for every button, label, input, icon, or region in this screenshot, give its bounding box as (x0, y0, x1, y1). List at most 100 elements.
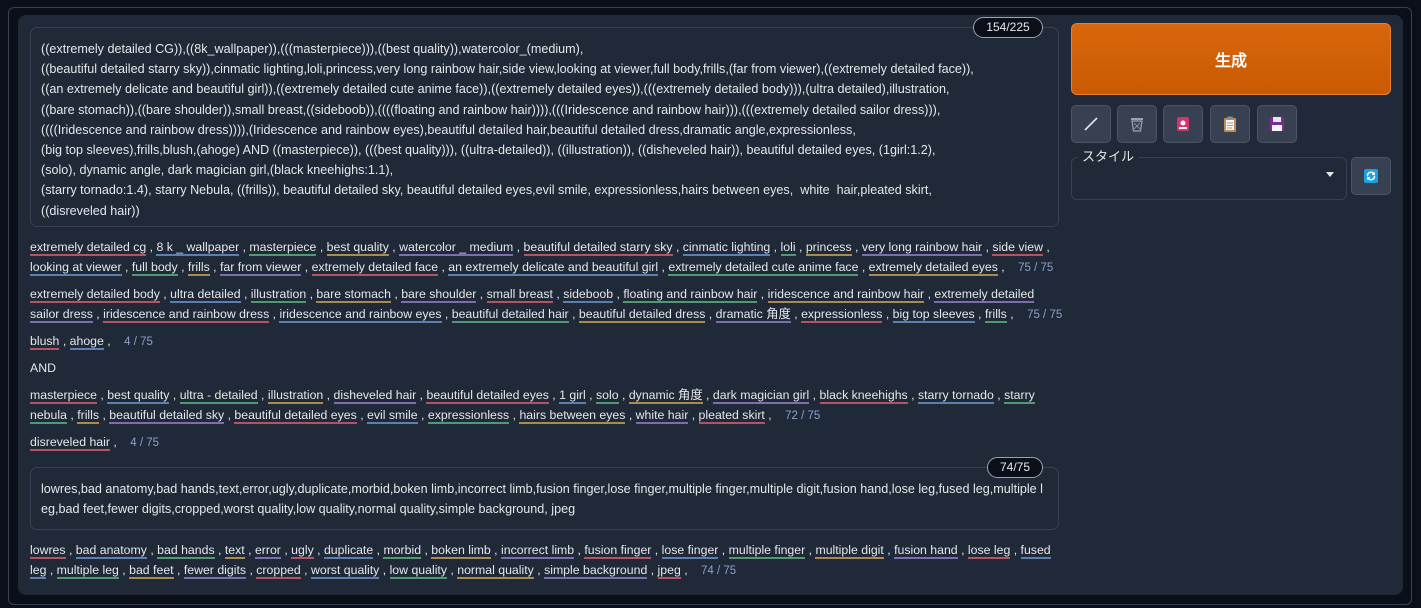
token-separator: , (224, 408, 235, 422)
refresh-styles-button[interactable] (1351, 157, 1391, 195)
token: ultra - detailed (179, 388, 258, 404)
clipboard-button[interactable] (1210, 105, 1250, 143)
token-separator: , (390, 287, 402, 301)
token-chunk-2: extremely detailed body , ultra detailed… (30, 284, 1065, 325)
token-separator: , (702, 388, 713, 402)
token: duplicate (323, 543, 374, 559)
trash-icon (1131, 118, 1143, 132)
token-chunk-4: masterpiece , best quality , ultra - det… (30, 385, 1065, 426)
clipboard-icon (1224, 116, 1236, 132)
token-separator: , (613, 287, 624, 301)
token: fewer digits (183, 563, 247, 579)
token: multiple leg (56, 563, 119, 579)
token: princess (805, 240, 852, 256)
token-separator: , (997, 260, 1009, 274)
token: normal quality (457, 563, 534, 579)
token-separator: , (513, 240, 524, 254)
token-separator: , (438, 260, 449, 274)
token: sideboob (563, 287, 614, 303)
token-separator: , (658, 260, 669, 274)
token-separator: , (103, 334, 115, 348)
token: beautiful detailed hair (451, 307, 569, 323)
token-separator: , (316, 240, 327, 254)
token-separator: , (993, 388, 1005, 402)
token: fusion finger (584, 543, 652, 559)
token: frills (187, 260, 210, 276)
token: lose leg (967, 543, 1011, 559)
token: cinmatic lighting (682, 240, 771, 256)
refresh-icon (1364, 169, 1378, 183)
token: white hair (635, 408, 689, 424)
token-separator: , (173, 563, 184, 577)
token: morbid (383, 543, 422, 559)
token-separator: , (574, 543, 585, 557)
token-separator: , (705, 307, 716, 321)
token: disheveled hair (333, 388, 417, 404)
token-separator: , (795, 240, 806, 254)
save-button[interactable] (1257, 105, 1297, 143)
token: beautiful detailed starry sky (523, 240, 673, 256)
token-separator: , (548, 388, 560, 402)
token: boken limb (431, 543, 491, 559)
token: watercolor _ medium (399, 240, 514, 256)
token-separator: , (65, 543, 76, 557)
token-separator: , (388, 240, 400, 254)
token-separator: , (764, 408, 776, 422)
token-separator: , (974, 307, 985, 321)
trash-button[interactable] (1117, 105, 1157, 143)
token: expressionless (427, 408, 510, 424)
token: incorrect limb (501, 543, 575, 559)
token-separator: , (882, 307, 893, 321)
token: beautiful detailed sky (109, 408, 225, 424)
token: loli (780, 240, 796, 256)
pencil-button[interactable] (1071, 105, 1111, 143)
token-separator: , (1043, 240, 1050, 254)
token-separator: , (718, 543, 729, 557)
token-separator: , (809, 388, 820, 402)
negative-prompt-text: lowres,bad anatomy,bad hands,text,error,… (41, 482, 1043, 517)
token: best quality (326, 240, 389, 256)
token: illustration (250, 287, 307, 303)
token: big top sleeves (892, 307, 975, 323)
token: bare shoulder (401, 287, 477, 303)
token-separator: , (356, 408, 368, 422)
token: masterpiece (30, 388, 97, 404)
token: blush (30, 334, 60, 350)
token-separator: , (858, 260, 869, 274)
token: small breast (486, 287, 553, 303)
token-separator: , (301, 260, 312, 274)
red-bookmark-icon (1177, 117, 1189, 131)
token-separator: , (146, 240, 157, 254)
token: black kneehighs (819, 388, 908, 404)
token-separator: , (244, 543, 255, 557)
token-count: 4 / 75 (124, 336, 153, 348)
positive-prompt-textarea[interactable]: ((extremely detailed CG)),((8k_wallpaper… (30, 27, 1059, 227)
generate-button-label: 生成 (1214, 53, 1247, 70)
token-separator: , (957, 543, 968, 557)
token-separator: , (59, 334, 70, 348)
token: ultra detailed (170, 287, 241, 303)
token: starry tornado (917, 388, 994, 404)
token-chunk-1: extremely detailed cg , 8 k _ wallpaper … (30, 237, 1065, 278)
token: an extremely delicate and beautiful girl (448, 260, 659, 276)
token: frills (77, 408, 100, 424)
token: extremely detailed cg (30, 240, 147, 256)
token-separator: , (568, 307, 579, 321)
token: iridescence and rainbow eyes (279, 307, 442, 323)
token-separator: , (924, 287, 935, 301)
token-separator: , (146, 543, 158, 557)
save-icon (1270, 117, 1284, 131)
token: bad anatomy (75, 543, 147, 559)
token-separator: , (300, 563, 311, 577)
chevron-down-icon (1326, 172, 1334, 177)
token: cropped (256, 563, 301, 579)
red-bookmark-button[interactable] (1163, 105, 1203, 143)
negative-prompt-textarea[interactable]: lowres,bad anatomy,bad hands,text,error,… (30, 467, 1059, 530)
token-separator: , (585, 388, 597, 402)
generate-button[interactable]: 生成 (1071, 23, 1391, 95)
token: text (224, 543, 245, 559)
token-separator: , (680, 563, 692, 577)
token-separator: , (907, 388, 918, 402)
token: bare stomach (316, 287, 391, 303)
token: low quality (389, 563, 447, 579)
